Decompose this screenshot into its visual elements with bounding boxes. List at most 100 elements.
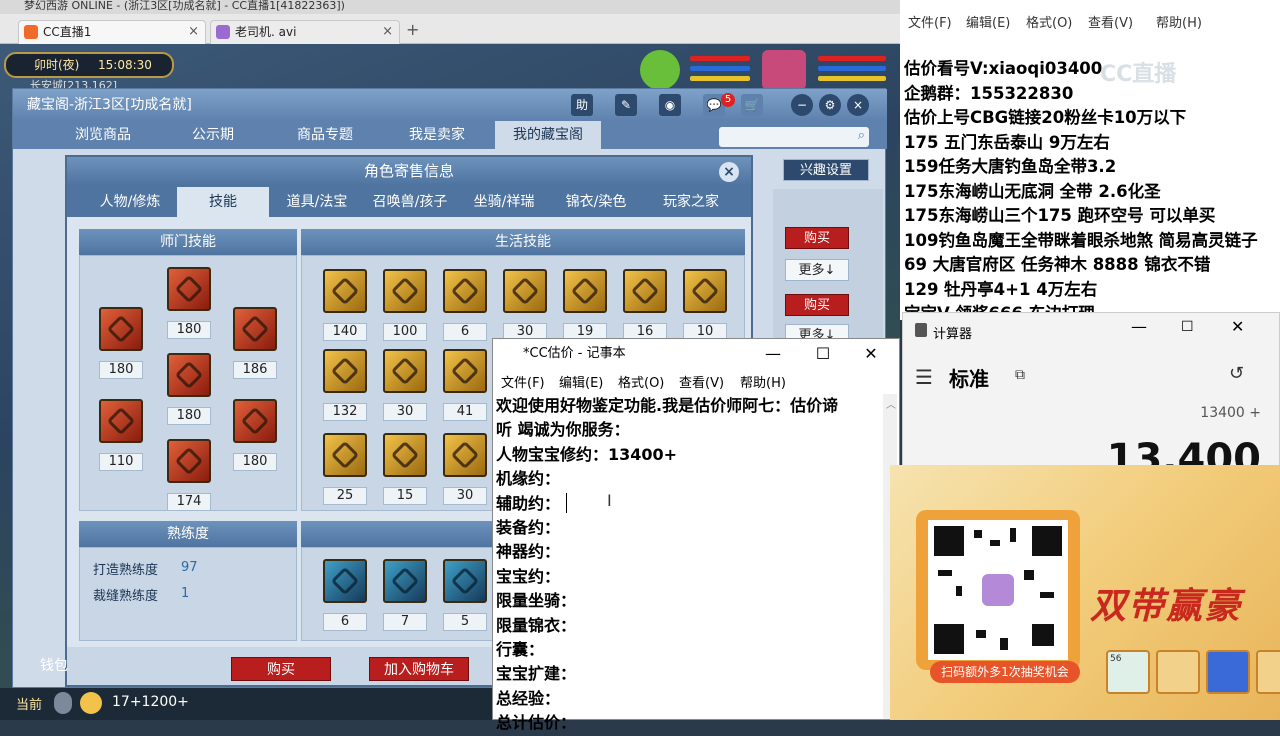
skill-level: 180 [233,453,277,471]
tab-mounts[interactable]: 坐骑/祥瑞 [459,187,549,217]
skill-level: 110 [99,453,143,471]
promo-banner[interactable]: 扫码额外多1次抽奖机会 双带赢豪 56 [890,465,1280,720]
text-line: 总计估价： [496,713,577,733]
tab-outfits[interactable]: 锦衣/染色 [549,187,643,217]
life-skill-icon[interactable] [503,269,547,313]
school-skill-icon[interactable] [233,307,277,351]
menu-help[interactable]: 帮助(H) [1156,12,1202,31]
school-skill-icon[interactable] [99,307,143,351]
maximize-icon[interactable]: ☐ [1181,319,1194,335]
help-icon[interactable]: 助 [571,94,593,116]
minimize-icon[interactable]: − [791,94,813,116]
chat-input[interactable]: 17+1200+ [112,694,189,710]
skill-level: 132 [323,403,367,421]
menu-format[interactable]: 格式(O) [618,372,664,391]
tab-home[interactable]: 玩家之家 [645,187,737,217]
extra-skill-icon[interactable] [443,559,487,603]
tab-topics[interactable]: 商品专题 [275,121,375,149]
close-icon[interactable]: ✕ [849,339,893,369]
extra-skill-icon[interactable] [383,559,427,603]
life-skill-icon[interactable] [383,349,427,393]
life-skill-icon[interactable] [443,433,487,477]
interest-settings-button[interactable]: 兴趣设置 [783,159,869,181]
qr-code[interactable] [928,520,1068,660]
tab-video[interactable]: 老司机. avi × [210,20,400,44]
close-icon[interactable]: × [719,162,739,182]
proficiency-label: 打造熟练度 [93,563,159,578]
text-line: 总经验： [496,688,561,708]
menu-view[interactable]: 查看(V) [679,372,724,391]
life-skill-icon[interactable] [323,433,367,477]
buy-button[interactable]: 购买 [231,657,331,681]
buy-button[interactable]: 购买 [785,294,849,316]
close-icon[interactable]: ✕ [1231,317,1244,336]
menu-help[interactable]: 帮助(H) [740,372,786,391]
life-skill-icon[interactable] [623,269,667,313]
menu-edit[interactable]: 编辑(E) [966,12,1010,31]
new-tab-button[interactable]: + [406,20,419,39]
life-skill-icon[interactable] [383,269,427,313]
calculator-window: 计算器 — ☐ ✕ ☰ 标准 ⧉ ↺ 13400 + 13,400 [902,312,1280,473]
life-skill-icon[interactable] [323,349,367,393]
school-skill-icon[interactable] [167,353,211,397]
tab-items[interactable]: 道具/法宝 [271,187,363,217]
school-skill-icon[interactable] [99,399,143,443]
school-skill-icon[interactable] [167,267,211,311]
tab-my-pavilion[interactable]: 我的藏宝阁 [495,121,601,149]
menu-view[interactable]: 查看(V) [1088,12,1133,31]
extra-skill-icon[interactable] [323,559,367,603]
reward-item-icon: 56 [1106,650,1150,694]
minimize-icon[interactable]: — [1131,317,1147,336]
emoji-icon[interactable] [80,692,102,714]
more-button[interactable]: 更多↓ [785,259,849,281]
ad-slogan: 双带赢豪 [1090,585,1243,627]
tab-announce[interactable]: 公示期 [163,121,263,149]
menu-edit[interactable]: 编辑(E) [559,372,603,391]
life-skill-icon[interactable] [563,269,607,313]
cart-icon[interactable]: 🛒 [741,94,763,116]
player-avatar[interactable] [762,50,806,90]
close-icon[interactable]: × [188,21,199,43]
skill-level: 180 [167,321,211,339]
life-skill-icon[interactable] [323,269,367,313]
menu-icon[interactable]: ☰ [915,365,933,389]
add-to-cart-button[interactable]: 加入购物车 [369,657,469,681]
notepad-right-window: 文件(F) 编辑(E) 格式(O) 查看(V) 帮助(H) 估价看号V:xiao… [900,0,1280,323]
microphone-icon[interactable] [54,692,72,714]
life-skill-icon[interactable] [383,433,427,477]
skill-level: 7 [383,613,427,631]
menu-file[interactable]: 文件(F) [501,372,545,391]
pet-avatar[interactable] [640,50,680,90]
history-icon[interactable]: ↺ [1229,363,1244,384]
minimize-icon[interactable]: — [751,339,795,369]
maximize-icon[interactable]: ☐ [801,339,845,369]
tab-browse[interactable]: 浏览商品 [53,121,153,149]
scroll-up-icon[interactable]: ︿ [886,396,896,411]
tab-skills[interactable]: 技能 [177,187,269,217]
school-skill-icon[interactable] [167,439,211,483]
close-icon[interactable]: × [382,21,393,43]
life-skill-icon[interactable] [683,269,727,313]
search-icon[interactable]: ⌕ [858,128,865,143]
notepad-text-area[interactable]: 估价看号V:xiaoqi03400 企鹅群：155322830 估价上号CBG链… [904,57,1280,327]
school-skills-title: 师门技能 [79,229,297,255]
edit-icon[interactable]: ✎ [615,94,637,116]
keep-on-top-icon[interactable]: ⧉ [1015,367,1025,383]
tab-pets[interactable]: 召唤兽/孩子 [363,187,457,217]
tab-character[interactable]: 人物/修炼 [83,187,177,217]
tab-cc-live[interactable]: CC直播1 × [18,20,206,44]
calculator-expression: 13400 + [1200,405,1261,421]
notepad-text-area[interactable]: 欢迎使用好物鉴定功能.我是估价师阿七：估价谛 听 竭诚为你服务： 人物宝宝修约：… [496,394,884,736]
search-input[interactable]: ⌕ [719,127,869,147]
life-skill-icon[interactable] [443,349,487,393]
record-icon[interactable]: ◉ [659,94,681,116]
reward-item-icon [1156,650,1200,694]
tab-seller[interactable]: 我是卖家 [387,121,487,149]
menu-file[interactable]: 文件(F) [908,12,952,31]
settings-icon[interactable]: ⚙ [819,94,841,116]
close-icon[interactable]: × [847,94,869,116]
life-skill-icon[interactable] [443,269,487,313]
school-skill-icon[interactable] [233,399,277,443]
buy-button[interactable]: 购买 [785,227,849,249]
menu-format[interactable]: 格式(O) [1026,12,1072,31]
